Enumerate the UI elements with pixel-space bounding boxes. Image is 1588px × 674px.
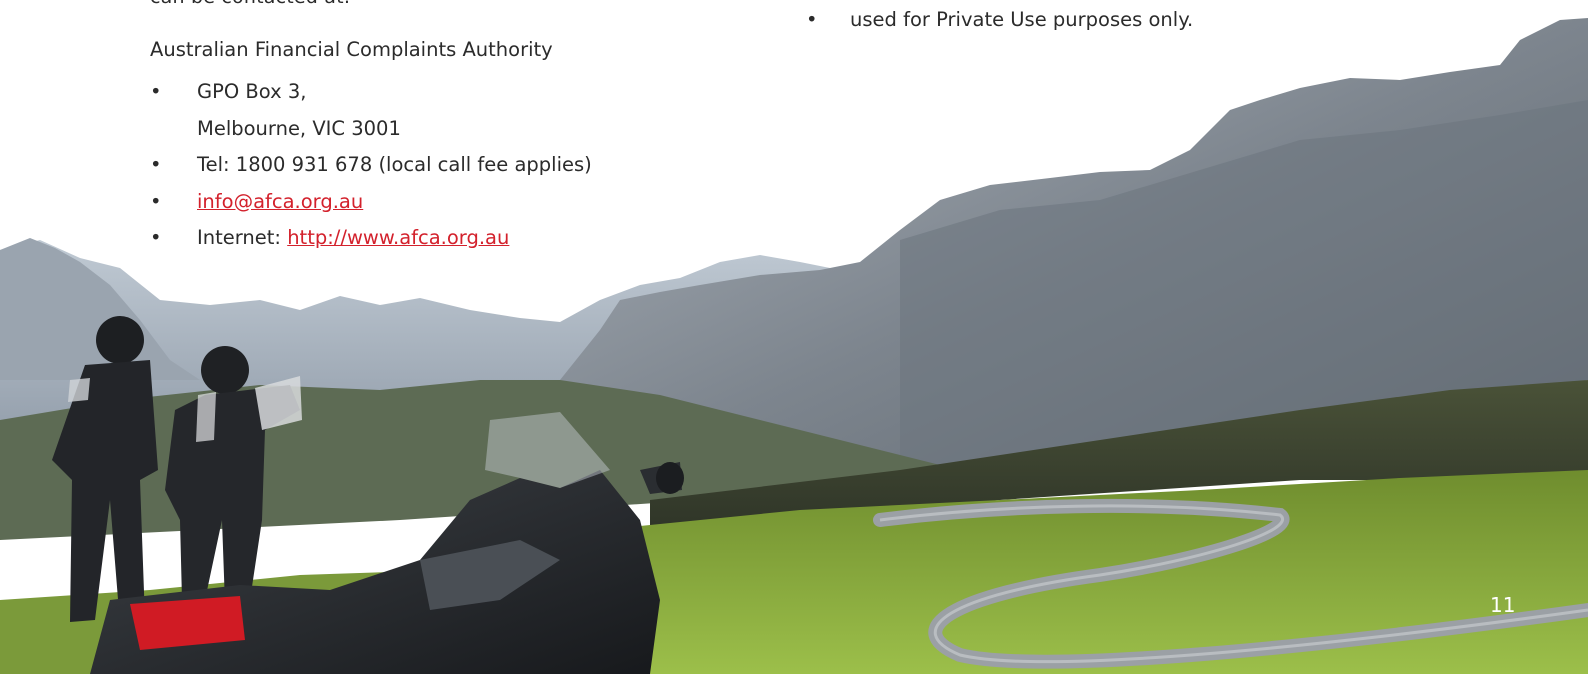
page-number: 11	[1490, 593, 1516, 617]
email-link[interactable]: info@afca.org.au	[197, 190, 363, 213]
bullet-icon: •	[806, 8, 818, 31]
organisation-name: Australian Financial Complaints Authorit…	[150, 38, 553, 61]
bullet-icon: •	[150, 153, 162, 176]
address-line2: Melbourne, VIC 3001	[197, 116, 401, 140]
private-use-text: used for Private Use purposes only.	[850, 8, 1194, 31]
list-item-private-use: • used for Private Use purposes only.	[806, 2, 1506, 38]
phone-text: Tel: 1800 931 678 (local call fee applie…	[197, 153, 592, 176]
right-list: • used for Private Use purposes only.	[806, 2, 1506, 38]
list-item-website: • Internet: http://www.afca.org.au	[150, 220, 710, 257]
address-line1: GPO Box 3,	[197, 80, 307, 103]
list-item-phone: • Tel: 1800 931 678 (local call fee appl…	[150, 147, 710, 184]
partial-heading: can be contacted at:	[150, 0, 350, 8]
website-link[interactable]: http://www.afca.org.au	[287, 226, 509, 249]
list-item-address: • GPO Box 3, Melbourne, VIC 3001	[150, 74, 710, 147]
website-prefix: Internet:	[197, 226, 288, 249]
bullet-icon: •	[150, 189, 162, 213]
bullet-icon: •	[150, 80, 162, 103]
list-item-email: • info@afca.org.au	[150, 184, 710, 221]
bullet-icon: •	[150, 226, 162, 249]
contact-list: • GPO Box 3, Melbourne, VIC 3001 • Tel: …	[150, 74, 710, 257]
